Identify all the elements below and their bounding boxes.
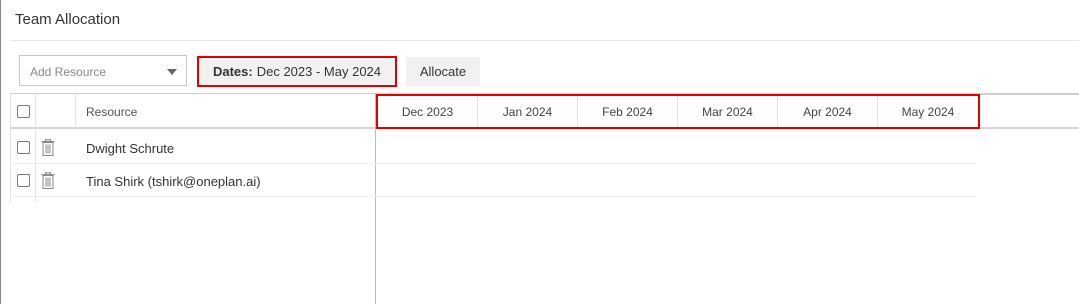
chevron-down-icon bbox=[167, 69, 177, 75]
dates-range-button[interactable]: Dates: Dec 2023 - May 2024 bbox=[197, 56, 397, 87]
dates-label: Dates: bbox=[212, 64, 253, 79]
resource-name: Dwight Schrute bbox=[86, 141, 175, 156]
month-header-dec-2023: Dec 2023 bbox=[378, 96, 478, 127]
month-header-apr-2024: Apr 2024 bbox=[778, 96, 878, 127]
trash-icon[interactable] bbox=[41, 172, 55, 189]
add-resource-dropdown[interactable]: Add Resource bbox=[19, 55, 187, 86]
row-checkbox[interactable] bbox=[17, 141, 30, 154]
month-header-jan-2024: Jan 2024 bbox=[478, 96, 578, 127]
row-checkbox[interactable] bbox=[17, 174, 30, 187]
row-divider bbox=[10, 196, 976, 197]
title-divider bbox=[10, 40, 1079, 41]
add-resource-placeholder: Add Resource bbox=[30, 65, 107, 79]
grid-left-border bbox=[10, 94, 11, 202]
dates-value: Dec 2023 - May 2024 bbox=[256, 64, 382, 79]
window-left-border bbox=[0, 0, 1, 304]
month-header-row: Dec 2023 Jan 2024 Feb 2024 Mar 2024 Apr … bbox=[376, 94, 980, 129]
page-title: Team Allocation bbox=[15, 11, 121, 28]
resource-name: Tina Shirk (tshirk@oneplan.ai) bbox=[86, 174, 261, 189]
month-header-mar-2024: Mar 2024 bbox=[678, 96, 778, 127]
actions-column-divider bbox=[75, 94, 76, 129]
checkbox-column-divider bbox=[35, 94, 36, 202]
select-all-checkbox[interactable] bbox=[17, 105, 30, 118]
month-header-may-2024: May 2024 bbox=[901, 104, 955, 119]
allocate-button[interactable]: Allocate bbox=[406, 57, 480, 86]
resource-column-header: Resource bbox=[86, 105, 138, 119]
month-header-feb-2024: Feb 2024 bbox=[578, 96, 678, 127]
trash-icon[interactable] bbox=[41, 139, 55, 156]
row-divider bbox=[10, 163, 976, 164]
header-extension-line bbox=[980, 94, 1079, 95]
